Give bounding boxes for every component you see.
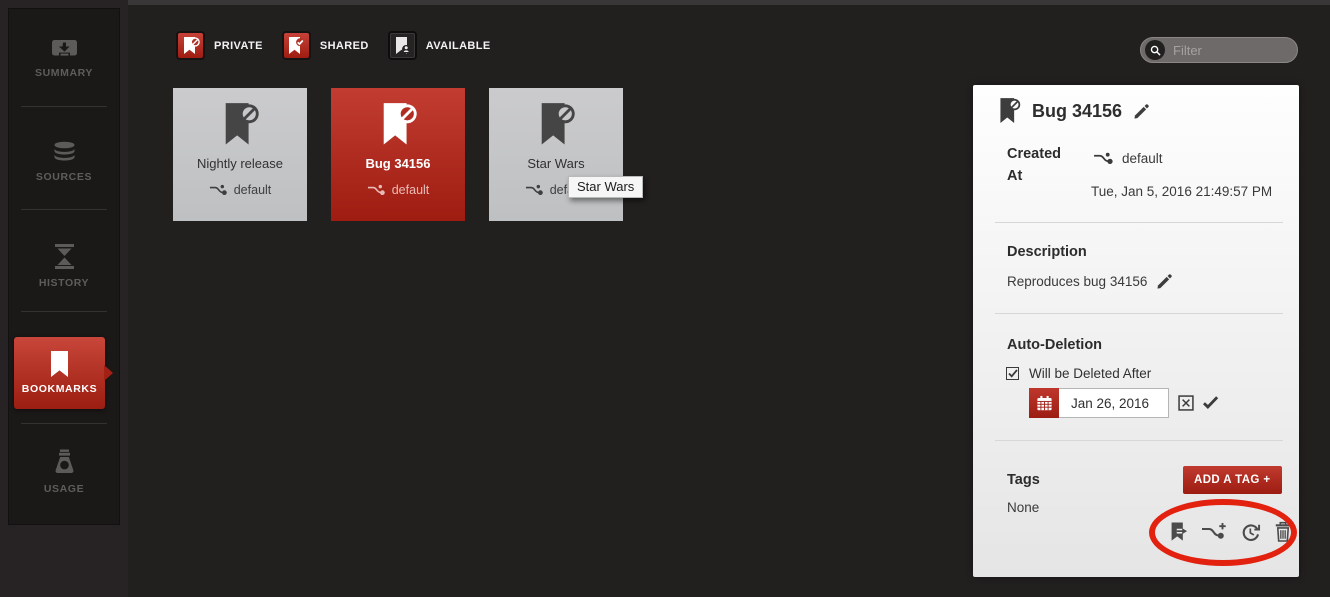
auto-deletion-checkbox-row: Will be Deleted After (1006, 366, 1151, 381)
will-be-deleted-label: Will be Deleted After (1029, 366, 1151, 381)
bookmark-card-bug-34156[interactable]: Bug 34156 default (331, 88, 465, 221)
description-value-row: Reproduces bug 34156 (1007, 273, 1173, 290)
filter-search-input[interactable] (1165, 43, 1293, 58)
filter-label: PRIVATE (214, 40, 263, 52)
filter-shared[interactable]: SHARED (282, 31, 369, 60)
stream-icon (209, 184, 228, 197)
filter-label: AVAILABLE (426, 40, 491, 52)
deletion-date-input[interactable] (1059, 388, 1169, 418)
sidebar-item-label: SOURCES (9, 171, 119, 183)
calendar-icon[interactable] (1029, 388, 1059, 418)
card-stream: default (367, 183, 430, 197)
bookmark-slash-icon (378, 101, 418, 153)
stream-icon (525, 184, 544, 197)
description-label: Description (1007, 244, 1087, 260)
description-value: Reproduces bug 34156 (1007, 274, 1147, 289)
bookmark-slash-icon (220, 101, 260, 153)
edit-title-icon[interactable] (1133, 103, 1150, 120)
bookmark-shared-icon (282, 31, 311, 60)
share-bookmark-icon[interactable] (1169, 521, 1188, 543)
bookmark-cards: Nightly release default Bug 34156 (173, 88, 623, 221)
sidebar-divider (21, 423, 107, 424)
panel-divider (995, 222, 1283, 223)
tooltip: Star Wars (568, 176, 643, 198)
deletion-date-row (1029, 388, 1220, 418)
restore-icon[interactable] (1240, 522, 1261, 543)
sidebar: SUMMARY SOURCES HISTORY BOOKMA (8, 8, 120, 525)
edit-description-icon[interactable] (1156, 273, 1173, 290)
sidebar-divider (21, 311, 107, 312)
cancel-date-icon[interactable] (1178, 395, 1194, 411)
panel-divider (995, 440, 1283, 441)
sidebar-item-label: SUMMARY (9, 67, 119, 79)
sidebar-item-bookmarks[interactable]: BOOKMARKS (14, 337, 105, 409)
created-at-stream-label: default (1122, 151, 1163, 166)
sidebar-item-sources[interactable]: SOURCES (9, 141, 119, 183)
card-stream: default (209, 183, 272, 197)
filter-search (1140, 37, 1298, 63)
bookmark-card-star-wars[interactable]: Star Wars default (489, 88, 623, 221)
panel-divider (995, 313, 1283, 314)
card-title: Bug 34156 (365, 156, 430, 171)
summary-icon (51, 39, 78, 60)
bookmark-detail-panel: Bug 34156 Created At default Tue, Jan 5,… (973, 85, 1299, 577)
bookmark-action-bar (1169, 521, 1292, 543)
card-stream-label: default (234, 183, 272, 197)
card-title: Star Wars (527, 156, 584, 171)
sidebar-item-label: BOOKMARKS (14, 383, 105, 395)
confirm-date-icon[interactable] (1201, 396, 1220, 411)
tags-label: Tags (1007, 472, 1040, 488)
sources-icon (52, 141, 77, 164)
sidebar-item-usage[interactable]: USAGE (9, 449, 119, 495)
new-stream-icon[interactable] (1201, 522, 1227, 542)
history-icon (53, 243, 76, 270)
bookmark-filter-tabs: PRIVATE SHARED AVAILABLE (176, 31, 491, 60)
bookmark-slash-icon (536, 101, 576, 153)
panel-title: Bug 34156 (1032, 101, 1122, 122)
bookmark-available-icon (388, 31, 417, 60)
sidebar-item-history[interactable]: HISTORY (9, 243, 119, 289)
created-at-stream: default (1093, 151, 1163, 166)
card-title: Nightly release (197, 156, 283, 171)
auto-deletion-label: Auto-Deletion (1007, 337, 1102, 353)
sidebar-item-label: USAGE (9, 483, 119, 495)
sidebar-divider (21, 209, 107, 210)
filter-label: SHARED (320, 40, 369, 52)
stream-icon (367, 184, 386, 197)
delete-icon[interactable] (1274, 521, 1292, 543)
filter-available[interactable]: AVAILABLE (388, 31, 491, 60)
will-be-deleted-checkbox[interactable] (1006, 367, 1019, 380)
add-tag-button[interactable]: ADD A TAG + (1183, 466, 1282, 494)
card-stream-label: default (392, 183, 430, 197)
stream-icon (1093, 152, 1114, 166)
created-at-label: Created At (1007, 144, 1073, 188)
panel-header: Bug 34156 (997, 96, 1150, 126)
bookmark-private-icon (176, 31, 205, 60)
sidebar-item-label: HISTORY (9, 277, 119, 289)
bookmark-icon (49, 350, 70, 378)
tags-value: None (1007, 500, 1039, 515)
sidebar-item-summary[interactable]: SUMMARY (9, 39, 119, 79)
filter-private[interactable]: PRIVATE (176, 31, 263, 60)
bookmark-slash-icon (997, 96, 1021, 126)
created-at-timestamp: Tue, Jan 5, 2016 21:49:57 PM (1091, 184, 1272, 199)
sidebar-divider (21, 106, 107, 107)
search-icon (1145, 40, 1165, 60)
bookmark-card-nightly-release[interactable]: Nightly release default (173, 88, 307, 221)
usage-icon (52, 449, 77, 476)
